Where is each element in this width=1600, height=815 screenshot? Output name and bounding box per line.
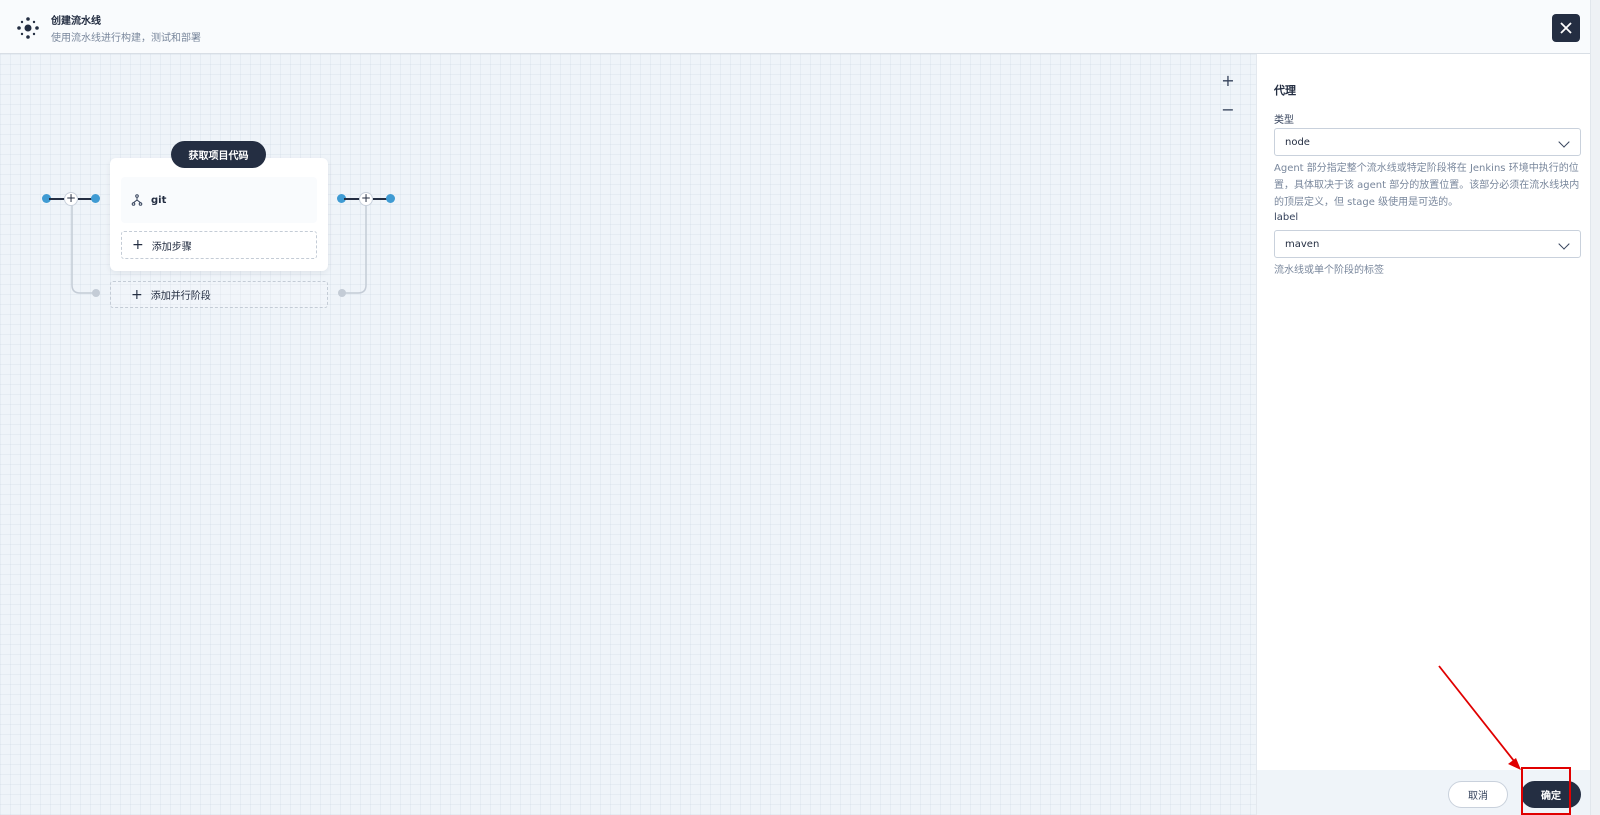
type-select[interactable]: node bbox=[1274, 128, 1581, 156]
connector-dot-end bbox=[386, 194, 395, 203]
zoom-out-button[interactable]: − bbox=[1218, 100, 1238, 120]
label-select-value: maven bbox=[1285, 238, 1320, 250]
page-scrollbar[interactable] bbox=[1590, 0, 1600, 815]
add-step-label: 添加步骤 bbox=[151, 241, 192, 253]
chevron-down-icon bbox=[1558, 136, 1570, 148]
label-field-label: label bbox=[1274, 212, 1299, 223]
plus-icon: + bbox=[131, 286, 143, 303]
connector-dot bbox=[91, 194, 100, 203]
type-field-label: 类型 bbox=[1274, 115, 1294, 126]
stage-title[interactable]: 获取项目代码 bbox=[171, 141, 266, 168]
type-select-value: node bbox=[1285, 136, 1310, 148]
add-parallel-label: 添加并行阶段 bbox=[150, 291, 211, 302]
label-description: 流水线或单个阶段的标签 bbox=[1274, 265, 1384, 276]
add-parallel-stage-button[interactable]: + 添加并行阶段 bbox=[110, 281, 328, 308]
agent-settings-panel: 代理 类型 node Agent 部分指定整个流水线或特定阶段将在 Jenkin… bbox=[1256, 54, 1591, 815]
chevron-down-icon bbox=[1558, 238, 1570, 250]
connector-line bbox=[344, 198, 360, 200]
close-icon bbox=[1560, 22, 1572, 34]
add-step-button[interactable]: + 添加步骤 bbox=[121, 231, 317, 259]
plus-icon: + bbox=[132, 237, 144, 253]
step-git[interactable]: git bbox=[121, 177, 317, 223]
step-label: git bbox=[151, 194, 167, 206]
connector-line bbox=[49, 198, 65, 200]
git-branch-icon bbox=[131, 194, 143, 206]
close-button[interactable] bbox=[1552, 14, 1580, 42]
add-stage-before-button[interactable]: + bbox=[64, 192, 78, 206]
type-description: Agent 部分指定整个流水线或特定阶段将在 Jenkins 环境中执行的位置，… bbox=[1274, 163, 1580, 208]
add-stage-after-button[interactable]: + bbox=[359, 192, 373, 206]
section-title: 代理 bbox=[1274, 84, 1296, 97]
label-select[interactable]: maven bbox=[1274, 230, 1581, 258]
cancel-button[interactable]: 取消 bbox=[1448, 781, 1508, 808]
zoom-in-button[interactable]: + bbox=[1218, 71, 1238, 91]
annotation-highlight-box bbox=[1521, 767, 1571, 815]
